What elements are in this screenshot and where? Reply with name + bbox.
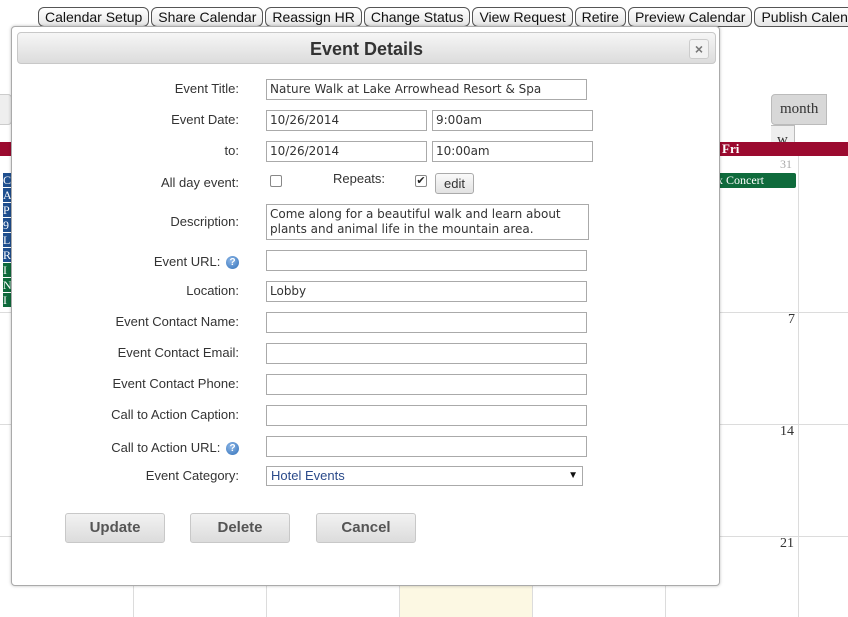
contact-phone-input[interactable] — [266, 374, 587, 395]
chevron-down-icon: ▼ — [568, 470, 578, 481]
start-time-input[interactable]: 9:00am — [432, 110, 593, 131]
cta-url-label: Call to Action URL: ? — [111, 440, 239, 455]
day-number: 21 — [780, 536, 794, 551]
end-date-label: to: — [224, 143, 239, 158]
close-button[interactable]: × — [689, 39, 709, 59]
month-view-button[interactable]: month — [771, 94, 828, 125]
cancel-button[interactable]: Cancel — [316, 513, 416, 543]
calendar-event[interactable]: x Concert — [713, 173, 796, 188]
grid-line — [798, 156, 799, 617]
share-calendar-button[interactable]: Share Calendar — [151, 7, 264, 27]
close-icon: × — [694, 41, 704, 57]
view-request-button[interactable]: View Request — [472, 7, 573, 27]
cta-url-label-text: Call to Action URL: — [111, 440, 221, 455]
reassign-hr-button[interactable]: Reassign HR — [265, 7, 362, 27]
start-date-input[interactable]: 10/26/2014 — [266, 110, 427, 131]
dialog-title: Event Details — [309, 39, 424, 59]
toolbar: Calendar Setup Share Calendar Reassign HR C… — [38, 7, 848, 27]
event-url-input[interactable] — [266, 250, 587, 271]
event-title-label: Event Title: — [174, 81, 239, 96]
delete-button[interactable]: Delete — [190, 513, 290, 543]
category-select[interactable]: Hotel Events ▼ — [266, 466, 583, 486]
contact-email-input[interactable] — [266, 343, 587, 364]
day-number: 7 — [788, 312, 795, 327]
description-textarea[interactable]: Come along for a beautiful walk and lear… — [266, 204, 589, 240]
day-number: 31 — [780, 157, 792, 171]
event-url-label-text: Event URL: — [153, 254, 221, 269]
event-date-label: Event Date: — [171, 112, 239, 127]
cta-caption-label: Call to Action Caption: — [111, 407, 239, 422]
all-day-checkbox[interactable] — [270, 175, 282, 187]
category-selected-value: Hotel Events — [271, 468, 345, 483]
contact-name-label: Event Contact Name: — [115, 314, 239, 329]
repeats-checkbox[interactable]: ✔ — [415, 175, 427, 187]
contact-phone-label: Event Contact Phone: — [112, 376, 239, 391]
help-icon[interactable]: ? — [226, 442, 239, 455]
check-icon: ✔ — [416, 175, 426, 187]
change-status-button[interactable]: Change Status — [363, 7, 471, 27]
update-button[interactable]: Update — [65, 513, 165, 543]
publish-calendar-button[interactable]: Publish Calendar — [754, 7, 848, 27]
end-time-input[interactable]: 10:00am — [432, 141, 593, 162]
category-label: Event Category: — [145, 468, 239, 483]
repeats-edit-button[interactable]: edit — [435, 173, 474, 194]
location-input[interactable]: Lobby — [266, 281, 587, 302]
cta-caption-input[interactable] — [266, 405, 587, 426]
today-cell — [400, 584, 532, 617]
day-number: 14 — [780, 424, 794, 439]
preview-calendar-button[interactable]: Preview Calendar — [627, 7, 753, 27]
weekday-label-fri: Fri — [722, 141, 740, 156]
dialog-titlebar[interactable]: Event Details × — [17, 32, 716, 64]
retire-button[interactable]: Retire — [574, 7, 626, 27]
event-title-input[interactable]: Nature Walk at Lake Arrowhead Resort & S… — [266, 79, 587, 100]
description-label: Description: — [170, 214, 239, 229]
location-label: Location: — [186, 283, 239, 298]
contact-email-label: Event Contact Email: — [117, 345, 239, 360]
help-icon[interactable]: ? — [226, 256, 239, 269]
cta-url-input[interactable] — [266, 436, 587, 457]
repeats-label: Repeats: — [333, 171, 386, 186]
calendar-setup-button[interactable]: Calendar Setup — [38, 7, 150, 27]
all-day-label: All day event: — [160, 175, 239, 190]
event-details-dialog: Event Details × Event Title: Nature Walk… — [11, 26, 720, 586]
contact-name-input[interactable] — [266, 312, 587, 333]
end-date-input[interactable]: 10/26/2014 — [266, 141, 427, 162]
event-url-label: Event URL: ? — [154, 254, 239, 269]
